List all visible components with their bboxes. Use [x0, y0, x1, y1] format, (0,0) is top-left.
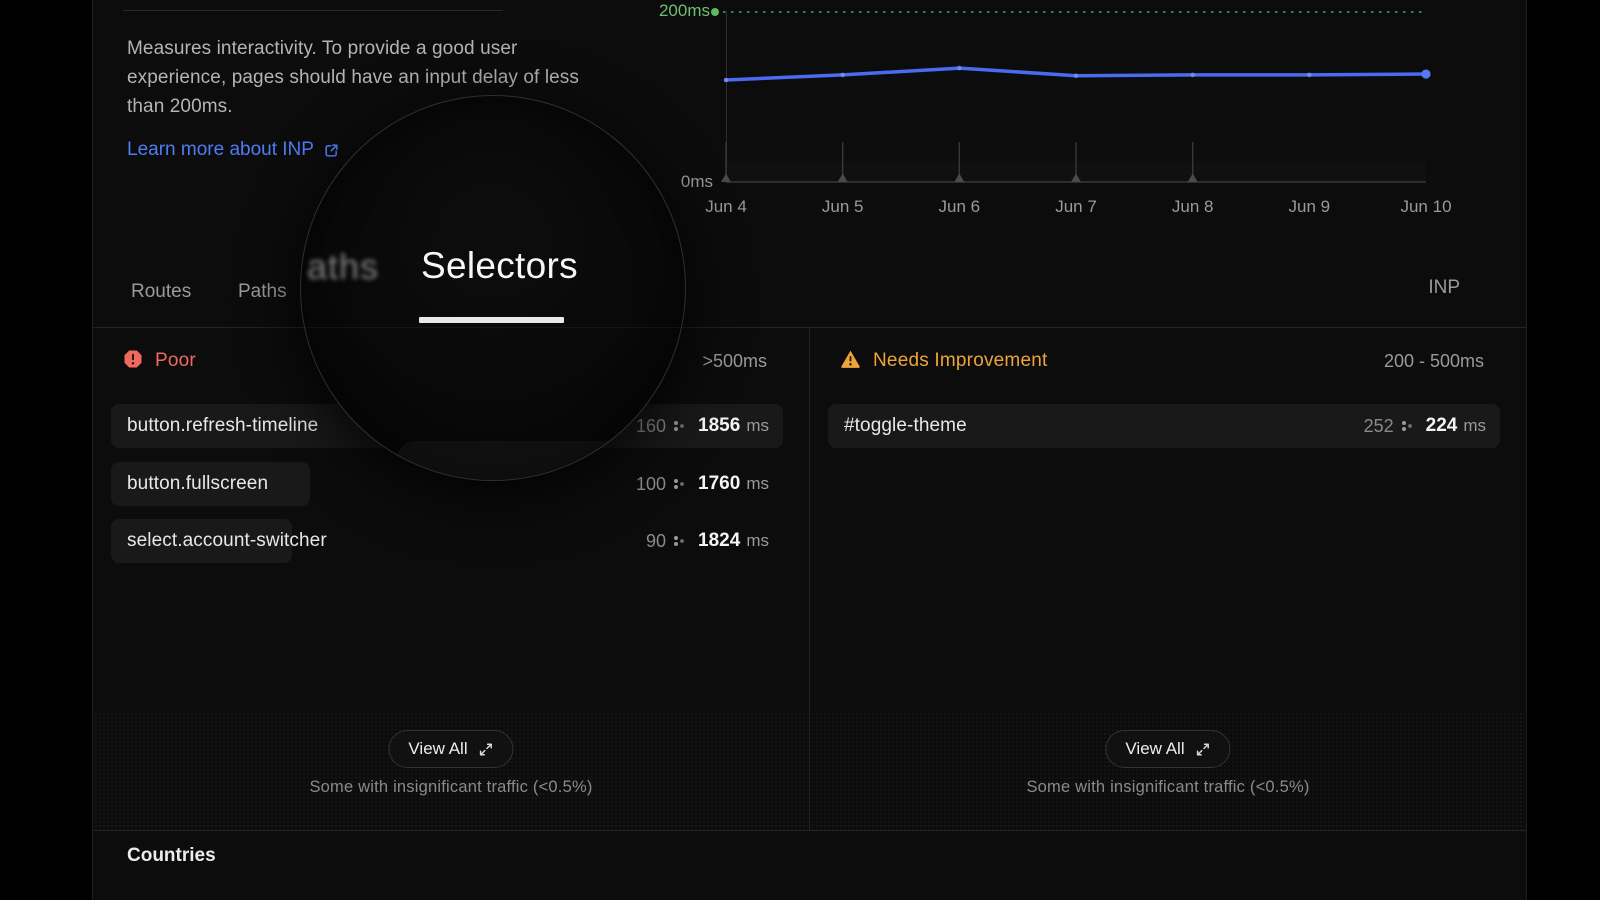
- external-link-icon: [322, 141, 341, 160]
- content-container: Measures interactivity. To provide a goo…: [92, 0, 1527, 900]
- inp-value: 1856: [698, 415, 740, 437]
- x-axis-labels: Jun 4Jun 5Jun 6Jun 7Jun 8Jun 9Jun 10: [726, 197, 1426, 221]
- inp-value: 1760: [698, 473, 740, 495]
- tab-routes[interactable]: Routes: [129, 277, 193, 307]
- sample-count: 252: [1364, 416, 1394, 437]
- x-axis-label: Jun 6: [939, 197, 981, 217]
- needs-improvement-panel: Needs Improvement 200 - 500ms #toggle-th…: [809, 328, 1526, 830]
- lens-row-band: [397, 441, 685, 481]
- chart-svg: [726, 11, 1426, 183]
- learn-more-link[interactable]: Learn more about INP: [127, 139, 341, 161]
- learn-more-label: Learn more about INP: [127, 139, 314, 161]
- expand-icon: [479, 742, 494, 757]
- x-axis-label: Jun 10: [1400, 197, 1451, 217]
- selector-label: button.refresh-timeline: [127, 415, 318, 437]
- y-axis-label-200ms: 200ms: [659, 1, 710, 21]
- lens-active-tab-underline: [419, 317, 564, 323]
- expand-icon: [1196, 742, 1211, 757]
- samples-dots-icon: [673, 535, 685, 547]
- x-axis-label: Jun 7: [1055, 197, 1097, 217]
- lens-paths-fragment: aths: [307, 246, 379, 288]
- view-all-button[interactable]: View All: [1105, 730, 1230, 768]
- samples-dots-icon: [673, 420, 685, 432]
- sample-count: 90: [646, 531, 666, 552]
- lens-tabbar-divider: [301, 327, 685, 328]
- table-row[interactable]: #toggle-theme 252 224 ms: [828, 404, 1500, 448]
- inp-value: 1824: [698, 530, 740, 552]
- samples-dots-icon: [1401, 420, 1413, 432]
- view-all-label: View All: [408, 739, 467, 759]
- inp-unit: ms: [746, 474, 769, 494]
- inp-unit: ms: [1463, 416, 1486, 436]
- inp-unit: ms: [746, 531, 769, 551]
- tab-paths[interactable]: Paths: [236, 277, 289, 307]
- view-all-label: View All: [1125, 739, 1184, 759]
- table-row[interactable]: select.account-switcher 90 1824 ms: [111, 519, 783, 563]
- selector-label: #toggle-theme: [844, 415, 967, 437]
- speed-insights-page: Measures interactivity. To provide a goo…: [0, 0, 1600, 900]
- selector-label: button.fullscreen: [127, 473, 268, 495]
- x-axis-label: Jun 8: [1172, 197, 1214, 217]
- countries-heading: Countries: [127, 845, 216, 867]
- lens-selectors-tab: Selectors: [421, 245, 578, 287]
- inp-unit: ms: [746, 416, 769, 436]
- inp-breakdown-panels: Poor >500ms button.refresh-timeline 160: [93, 328, 1526, 830]
- insignificant-traffic-note: Some with insignificant traffic (<0.5%): [93, 778, 809, 797]
- magnifier-lens: aths Selectors: [300, 95, 686, 481]
- threshold-dot-icon: [711, 8, 719, 16]
- x-axis-label: Jun 9: [1289, 197, 1331, 217]
- top-divider: [123, 10, 503, 11]
- inp-value: 224: [1426, 415, 1458, 437]
- sample-count: 160: [636, 416, 666, 437]
- metric-badge: INP: [1428, 277, 1460, 299]
- view-all-button[interactable]: View All: [388, 730, 513, 768]
- x-axis-label: Jun 4: [705, 197, 747, 217]
- insignificant-traffic-note: Some with insignificant traffic (<0.5%): [810, 778, 1526, 797]
- x-axis-label: Jun 5: [822, 197, 864, 217]
- inp-line-chart: 200ms 0ms: [726, 11, 1426, 183]
- y-axis-label-0ms: 0ms: [681, 172, 713, 192]
- selector-label: select.account-switcher: [127, 530, 327, 552]
- countries-section: Countries: [93, 830, 1526, 900]
